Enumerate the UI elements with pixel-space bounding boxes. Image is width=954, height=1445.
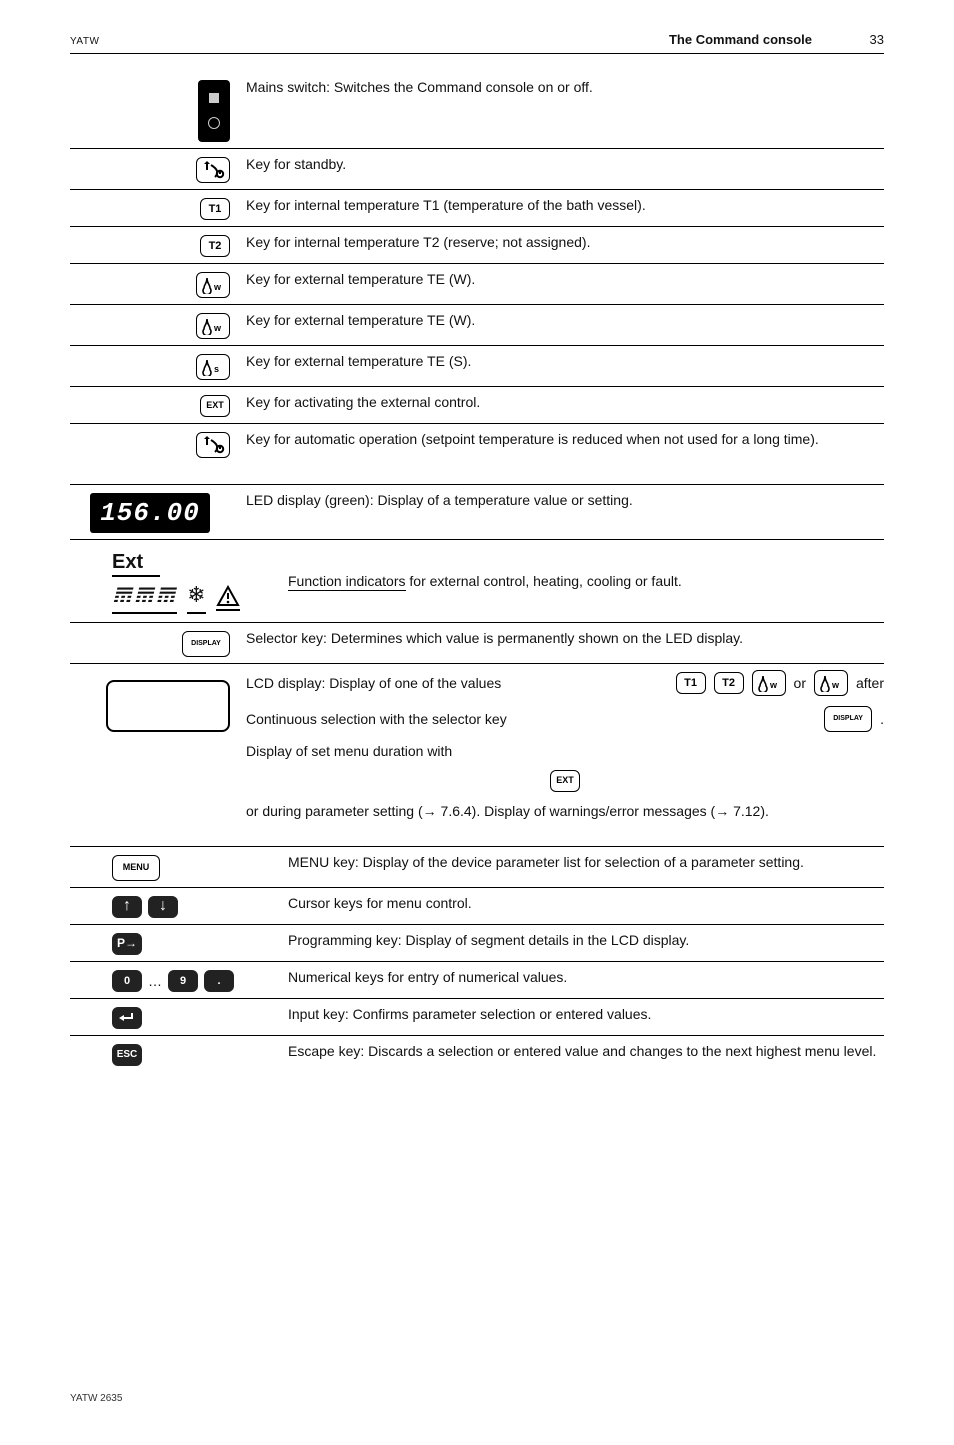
tes-key-icon: s [196, 354, 230, 380]
decimal-key-icon: . [204, 970, 234, 992]
digit-0-key-icon: 0 [112, 970, 142, 992]
svg-text:w: w [213, 282, 222, 292]
cursor-keys-desc: Cursor keys for menu control. [288, 894, 884, 912]
display-key-inline-icon: DISPLAY [824, 706, 872, 732]
ext-indicator-label: Ext [112, 549, 160, 577]
fault-indicator-icon [216, 585, 240, 611]
menu-key-desc: MENU key: Display of the device paramete… [288, 853, 884, 871]
lcd-display-icon [106, 680, 230, 732]
mains-switch-desc: Mains switch: Switches the Command conso… [246, 78, 884, 96]
enter-key-icon [112, 1007, 142, 1029]
ext-key-desc: Key for activating the external control. [246, 393, 884, 411]
mains-switch-icon [198, 80, 230, 142]
cooling-indicator-icon: ❄ [187, 581, 205, 614]
heating-indicator-icon: 𝌎𝌎𝌎 [112, 581, 177, 614]
header-title: The Command console [669, 32, 812, 49]
digit-9-key-icon: 9 [168, 970, 198, 992]
esc-key-icon: ESC [112, 1044, 142, 1066]
lcd-display-desc: LCD display: Display of one of the value… [246, 670, 884, 820]
auto-key-icon [196, 432, 230, 458]
ext-key-inline-icon: EXT [550, 770, 580, 792]
svg-text:w: w [831, 680, 840, 690]
t2-key-inline-icon: T2 [714, 672, 744, 694]
tes-key-desc: Key for external temperature TE (S). [246, 352, 884, 370]
header-page-number: 33 [836, 32, 884, 49]
tew-key-desc: Key for external temperature TE (W). [246, 270, 884, 288]
ext-key-icon: EXT [200, 395, 230, 417]
auto-key-desc: Key for automatic operation (setpoint te… [246, 430, 884, 448]
cursor-up-key-icon [112, 896, 142, 918]
function-indicators-desc: Function indicators for external control… [288, 572, 884, 590]
menu-key-icon: MENU [112, 855, 160, 881]
display-key-desc: Selector key: Determines which value is … [246, 629, 884, 647]
display-key-icon: DISPLAY [182, 631, 230, 657]
svg-text:s: s [214, 364, 219, 374]
cursor-down-key-icon [148, 896, 178, 918]
standby-key-icon [196, 157, 230, 183]
tew2-key-inline-icon: w [814, 670, 848, 696]
digit-keys-desc: Numerical keys for entry of numerical va… [288, 968, 884, 986]
tew2-key-icon: w [196, 313, 230, 339]
led-display-desc: LED display (green): Display of a temper… [246, 491, 884, 509]
tew-key-icon: w [196, 272, 230, 298]
standby-key-desc: Key for standby. [246, 155, 884, 173]
function-indicators-icon: Ext 𝌎𝌎𝌎 ❄ [112, 549, 240, 614]
tew2-key-desc: Key for external temperature TE (W). [246, 311, 884, 329]
t2-key-desc: Key for internal temperature T2 (reserve… [246, 233, 884, 251]
esc-key-desc: Escape key: Discards a selection or ente… [288, 1042, 884, 1060]
t2-key-icon: T2 [200, 235, 230, 257]
t1-key-icon: T1 [200, 198, 230, 220]
programming-key-icon: P→ [112, 933, 142, 955]
led-display-icon: 156.00 [90, 493, 210, 533]
t1-key-desc: Key for internal temperature T1 (tempera… [246, 196, 884, 214]
svg-text:w: w [213, 323, 222, 333]
t1-key-inline-icon: T1 [676, 672, 706, 694]
svg-text:w: w [769, 680, 778, 690]
header-left: YATW [70, 35, 99, 48]
programming-key-desc: Programming key: Display of segment deta… [288, 931, 884, 949]
enter-key-desc: Input key: Confirms parameter selection … [288, 1005, 884, 1023]
footer: YATW 2635 [70, 1392, 884, 1405]
tew-key-inline-icon: w [752, 670, 786, 696]
